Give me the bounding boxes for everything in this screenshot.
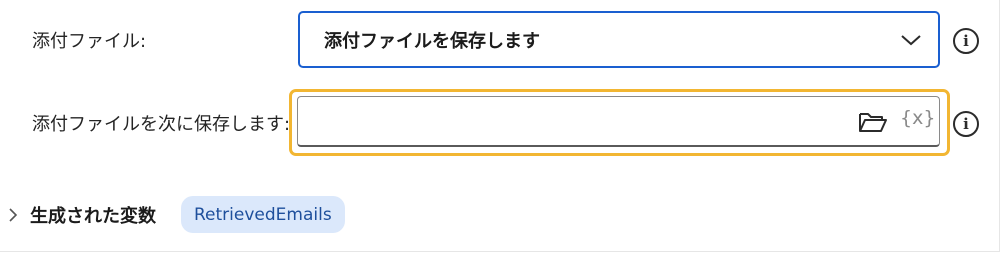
- folder-open-icon[interactable]: [858, 110, 888, 134]
- variable-icon[interactable]: {x}: [900, 107, 935, 129]
- save-to-input[interactable]: [297, 96, 940, 147]
- chevron-down-icon[interactable]: [898, 27, 924, 53]
- chevron-right-icon[interactable]: [6, 205, 20, 225]
- attachments-info-icon[interactable]: i: [953, 28, 979, 54]
- attachments-dropdown-value: 添付ファイルを保存します: [324, 30, 540, 52]
- attachments-dropdown[interactable]: 添付ファイルを保存します: [298, 11, 940, 68]
- generated-variables-title[interactable]: 生成された変数: [30, 202, 156, 228]
- attachments-label: 添付ファイル:: [32, 31, 147, 52]
- action-parameters-panel: 添付ファイル: 添付ファイルを保存します i 添付ファイルを次に保存します: {…: [0, 0, 1000, 252]
- save-to-label: 添付ファイルを次に保存します:: [32, 114, 291, 135]
- variable-chip[interactable]: RetrievedEmails: [181, 196, 345, 233]
- save-to-info-icon[interactable]: i: [953, 111, 979, 137]
